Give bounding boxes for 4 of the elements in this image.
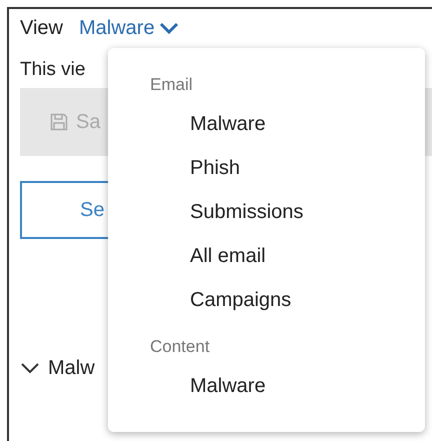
group-header: Email [149, 74, 194, 96]
group-header: Content [149, 336, 211, 358]
description-text: This vie [20, 58, 86, 82]
view-label: View [20, 16, 63, 41]
